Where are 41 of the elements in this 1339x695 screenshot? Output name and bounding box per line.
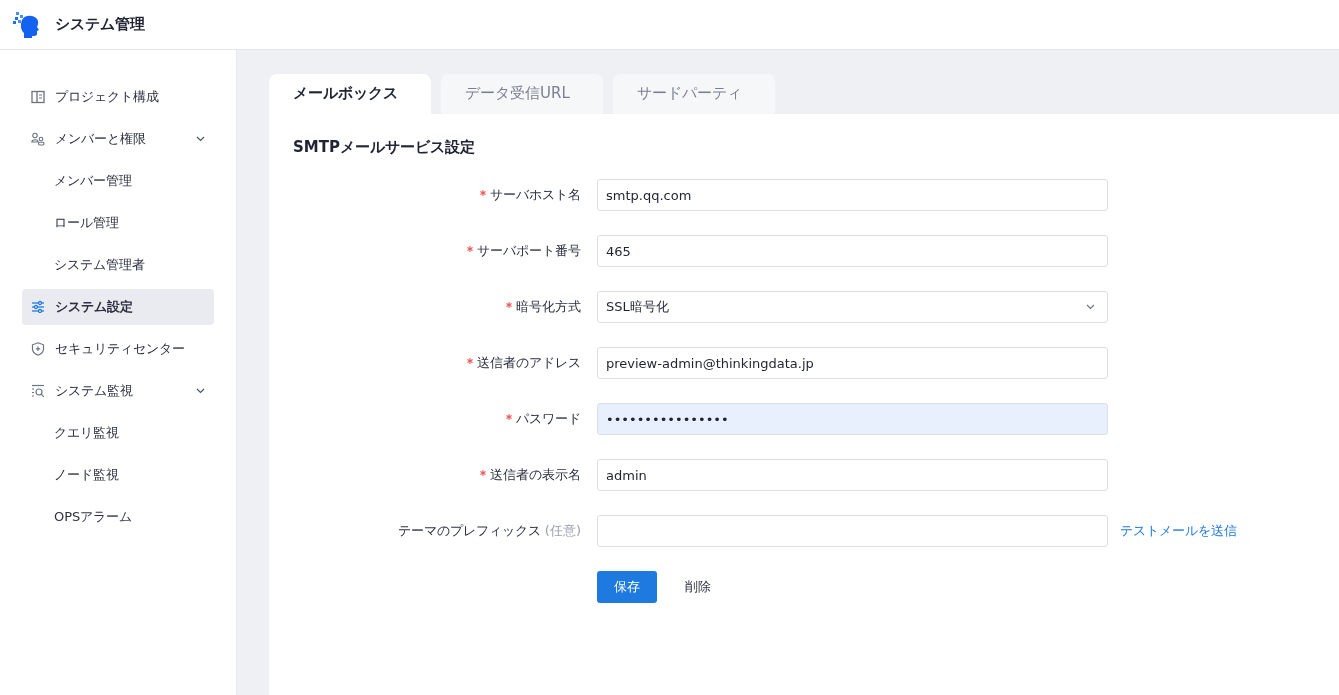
input-field[interactable]: smtp.qq.com [597, 179, 1108, 211]
field-label: 暗号化方式 [516, 298, 581, 316]
field-label: サーバポート番号 [477, 242, 581, 260]
sidebar-subitem[interactable]: ノード監視 [22, 457, 214, 493]
list-search-icon [31, 384, 45, 398]
app-title: システム管理 [55, 15, 145, 34]
sidebar-subitem[interactable]: ロール管理 [22, 205, 214, 241]
field-label: 送信者の表示名 [490, 466, 581, 484]
password-field[interactable]: •••••••••••••••• [597, 403, 1108, 435]
panel-layout-icon [31, 90, 45, 104]
save-button[interactable]: 保存 [597, 571, 657, 603]
tab[interactable]: データ受信URL [441, 74, 603, 114]
sidebar-item[interactable]: システム監視 [22, 373, 214, 409]
field-label: パスワード [516, 410, 581, 428]
head-logo-icon [13, 11, 41, 38]
field-label: テーマのプレフィックス [397, 522, 541, 540]
input-field[interactable]: admin [597, 459, 1108, 491]
shield-plus-icon [31, 342, 45, 356]
chevron-icon [1086, 304, 1095, 310]
sliders-icon [31, 300, 45, 314]
users-icon [31, 132, 45, 146]
input-field[interactable] [597, 515, 1108, 547]
field-label: サーバホスト名 [490, 186, 581, 204]
input-field[interactable]: 465 [597, 235, 1108, 267]
sidebar-subitem[interactable]: OPSアラーム [22, 499, 214, 535]
select-field[interactable]: SSL暗号化 [597, 291, 1108, 323]
field-label: 送信者のアドレス [477, 354, 581, 372]
tab[interactable]: サードパーティ [613, 74, 775, 114]
delete-button[interactable]: 削除 [673, 572, 723, 602]
sidebar-item[interactable]: セキュリティセンター [22, 331, 214, 367]
sidebar-subitem[interactable]: システム管理者 [22, 247, 214, 283]
sidebar-item[interactable]: システム設定 [22, 289, 214, 325]
section-title: SMTPメールサービス設定 [293, 138, 476, 157]
send-test-mail-link[interactable]: テストメールを送信 [1120, 522, 1237, 540]
sidebar-item[interactable]: メンバーと権限 [22, 121, 214, 157]
sidebar-subitem[interactable]: メンバー管理 [22, 163, 214, 199]
sidebar-subitem[interactable]: クエリ監視 [22, 415, 214, 451]
tab[interactable]: メールボックス [269, 74, 431, 114]
sidebar-item[interactable]: プロジェクト構成 [22, 79, 214, 115]
input-field[interactable]: preview-admin@thinkingdata.jp [597, 347, 1108, 379]
optional-note: (任意) [544, 522, 581, 540]
